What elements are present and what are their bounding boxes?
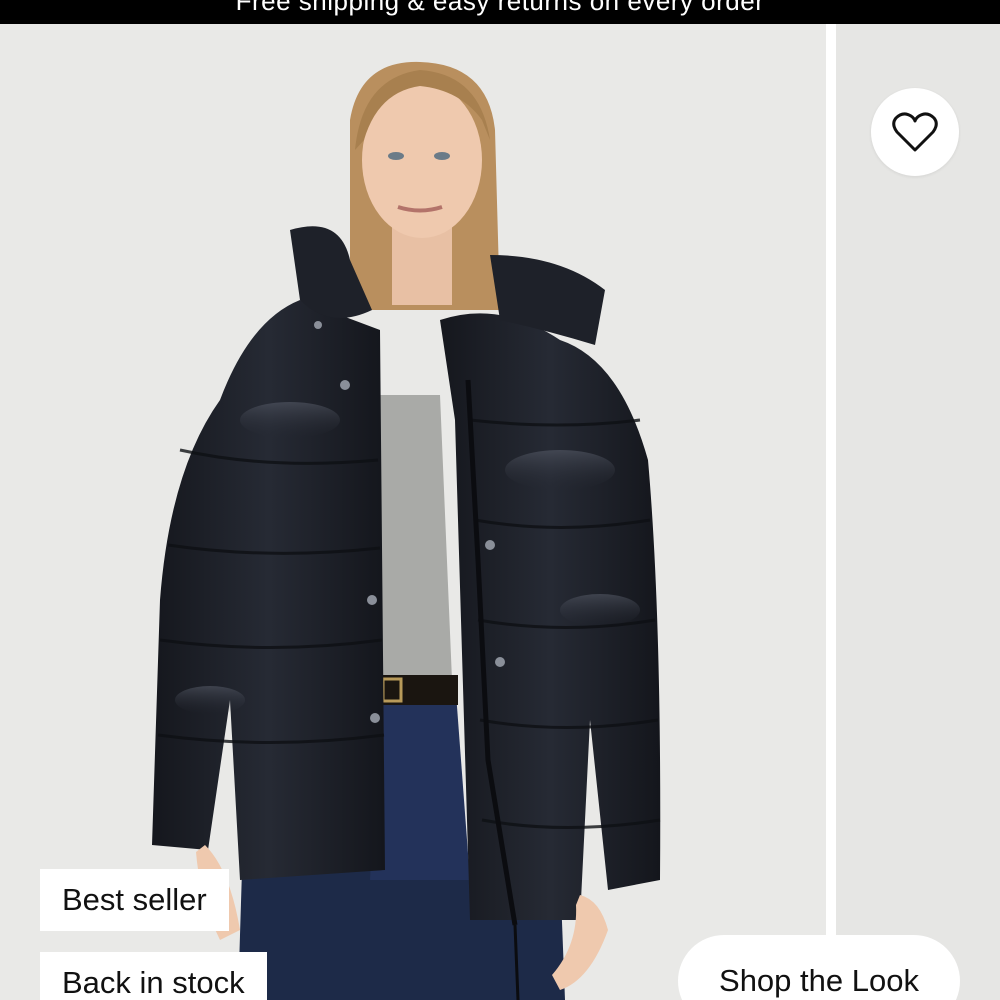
- promo-banner: Free shipping & easy returns on every or…: [0, 0, 1000, 24]
- shop-the-look-button[interactable]: Shop the Look: [678, 935, 960, 1000]
- wishlist-button[interactable]: [871, 88, 959, 176]
- product-image-carousel[interactable]: Best seller Back in stock Shop the Look: [0, 24, 1000, 1000]
- product-image-slide[interactable]: [0, 24, 826, 1000]
- promo-text: Free shipping & easy returns on every or…: [235, 0, 765, 16]
- back-in-stock-badge: Back in stock: [40, 952, 267, 1000]
- product-photo: [0, 24, 826, 1000]
- heart-outline-icon: [892, 112, 938, 152]
- best-seller-badge: Best seller: [40, 869, 229, 931]
